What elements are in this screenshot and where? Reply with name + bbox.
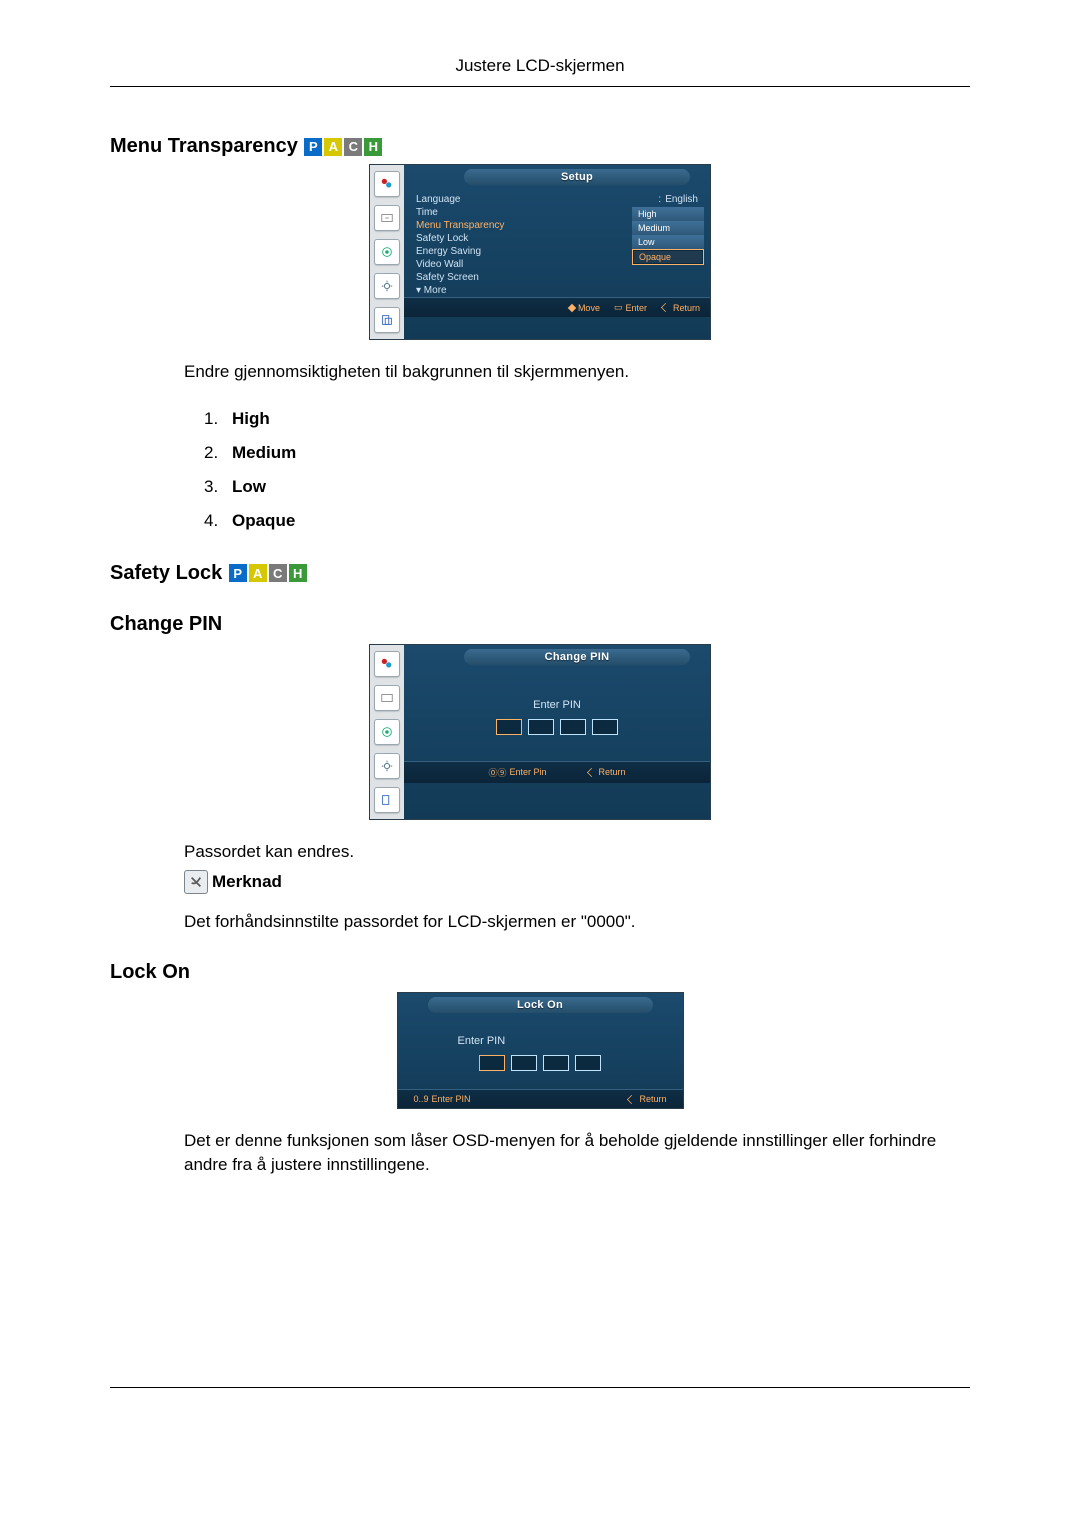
osd-row-more[interactable]: ▾ More xyxy=(416,284,698,297)
popup-option[interactable]: Medium xyxy=(632,221,704,235)
osd-row[interactable]: Language:English xyxy=(416,193,698,206)
multi-icon xyxy=(374,307,400,333)
note-icon xyxy=(184,870,208,894)
pin-input[interactable] xyxy=(408,1055,673,1071)
pin-digit[interactable] xyxy=(479,1055,505,1071)
badge-c: C xyxy=(269,564,287,582)
badge-p: P xyxy=(229,564,247,582)
hint-enter-pin: 0..9 Enter PIN xyxy=(414,1094,471,1104)
heading-change-pin: Change PIN xyxy=(110,613,970,636)
osd-sidebar xyxy=(370,645,404,819)
heading-menu-transparency: Menu Transparency xyxy=(110,135,298,158)
list-item: Medium xyxy=(232,443,296,462)
osd-row[interactable]: Safety Screen xyxy=(416,271,698,284)
badge-c: C xyxy=(344,138,362,156)
osd-title: Lock On xyxy=(428,997,653,1013)
badge-p: P xyxy=(304,138,322,156)
osd-sidebar xyxy=(370,165,404,339)
setup-icon xyxy=(374,753,400,779)
list-number: 3. xyxy=(204,470,232,504)
list-item: Low xyxy=(232,477,266,496)
pin-digit[interactable] xyxy=(511,1055,537,1071)
footer-rule xyxy=(110,1387,970,1388)
osd-footer: ⓪⑨ Enter Pin Return xyxy=(404,761,710,783)
input-icon xyxy=(374,685,400,711)
popup-option-selected[interactable]: Opaque xyxy=(632,249,704,265)
input-icon xyxy=(374,205,400,231)
hint-enter-pin: ⓪⑨ Enter Pin xyxy=(488,766,546,779)
pin-digit[interactable] xyxy=(575,1055,601,1071)
osd-title: Setup xyxy=(464,169,690,185)
badges-safety-lock: P A C H xyxy=(229,564,307,582)
list-number: 2. xyxy=(204,436,232,470)
desc-menu-transparency: Endre gjennomsiktigheten til bakgrunnen … xyxy=(184,360,970,384)
pin-input[interactable] xyxy=(414,719,700,735)
popup-option[interactable]: Low xyxy=(632,235,704,249)
hint-return: Return xyxy=(627,1094,666,1104)
osd-change-pin: Change PIN Enter PIN ⓪⑨ Enter Pin Return xyxy=(369,644,711,820)
list-item: High xyxy=(232,409,270,428)
osd-title: Change PIN xyxy=(464,649,690,665)
sound-icon xyxy=(374,239,400,265)
osd-footer: Move ▭Enter Return xyxy=(404,297,710,317)
pin-digit[interactable] xyxy=(560,719,586,735)
pin-digit[interactable] xyxy=(592,719,618,735)
list-number: 1. xyxy=(204,402,232,436)
badge-h: H xyxy=(364,138,382,156)
setup-icon xyxy=(374,273,400,299)
desc-change-pin: Passordet kan endres. xyxy=(184,840,970,864)
popup-option[interactable]: High xyxy=(632,207,704,221)
list-item: Opaque xyxy=(232,511,295,530)
hint-enter: ▭Enter xyxy=(614,302,647,313)
osd-popup: High Medium Low Opaque xyxy=(632,207,704,265)
hint-move: Move xyxy=(569,302,600,313)
list-number: 4. xyxy=(204,504,232,538)
picture-icon xyxy=(374,651,400,677)
osd-footer: 0..9 Enter PIN Return xyxy=(398,1089,683,1108)
enter-pin-label: Enter PIN xyxy=(408,1035,673,1047)
badge-h: H xyxy=(289,564,307,582)
badges-menu-transparency: P A C H xyxy=(304,138,382,156)
badge-a: A xyxy=(249,564,267,582)
pin-digit[interactable] xyxy=(543,1055,569,1071)
hint-return: Return xyxy=(661,302,700,313)
hint-return: Return xyxy=(587,766,626,779)
list-menu-transparency: 1.High 2.Medium 3.Low 4.Opaque xyxy=(204,402,970,538)
picture-icon xyxy=(374,171,400,197)
badge-a: A xyxy=(324,138,342,156)
note-label: Merknad xyxy=(212,872,282,892)
heading-safety-lock: Safety Lock xyxy=(110,562,222,585)
enter-pin-label: Enter PIN xyxy=(414,699,700,711)
heading-lock-on: Lock On xyxy=(110,961,970,984)
note-text: Det forhåndsinnstilte passordet for LCD-… xyxy=(184,910,970,934)
pin-digit[interactable] xyxy=(528,719,554,735)
pin-digit[interactable] xyxy=(496,719,522,735)
desc-lock-on: Det er denne funksjonen som låser OSD-me… xyxy=(184,1129,970,1177)
osd-lock-on: Lock On Enter PIN 0..9 Enter PIN Return xyxy=(397,992,684,1109)
multi-icon xyxy=(374,787,400,813)
sound-icon xyxy=(374,719,400,745)
page-title: Justere LCD-skjermen xyxy=(110,56,970,87)
osd-setup: Setup Language:English Time Menu Transpa… xyxy=(369,164,711,340)
